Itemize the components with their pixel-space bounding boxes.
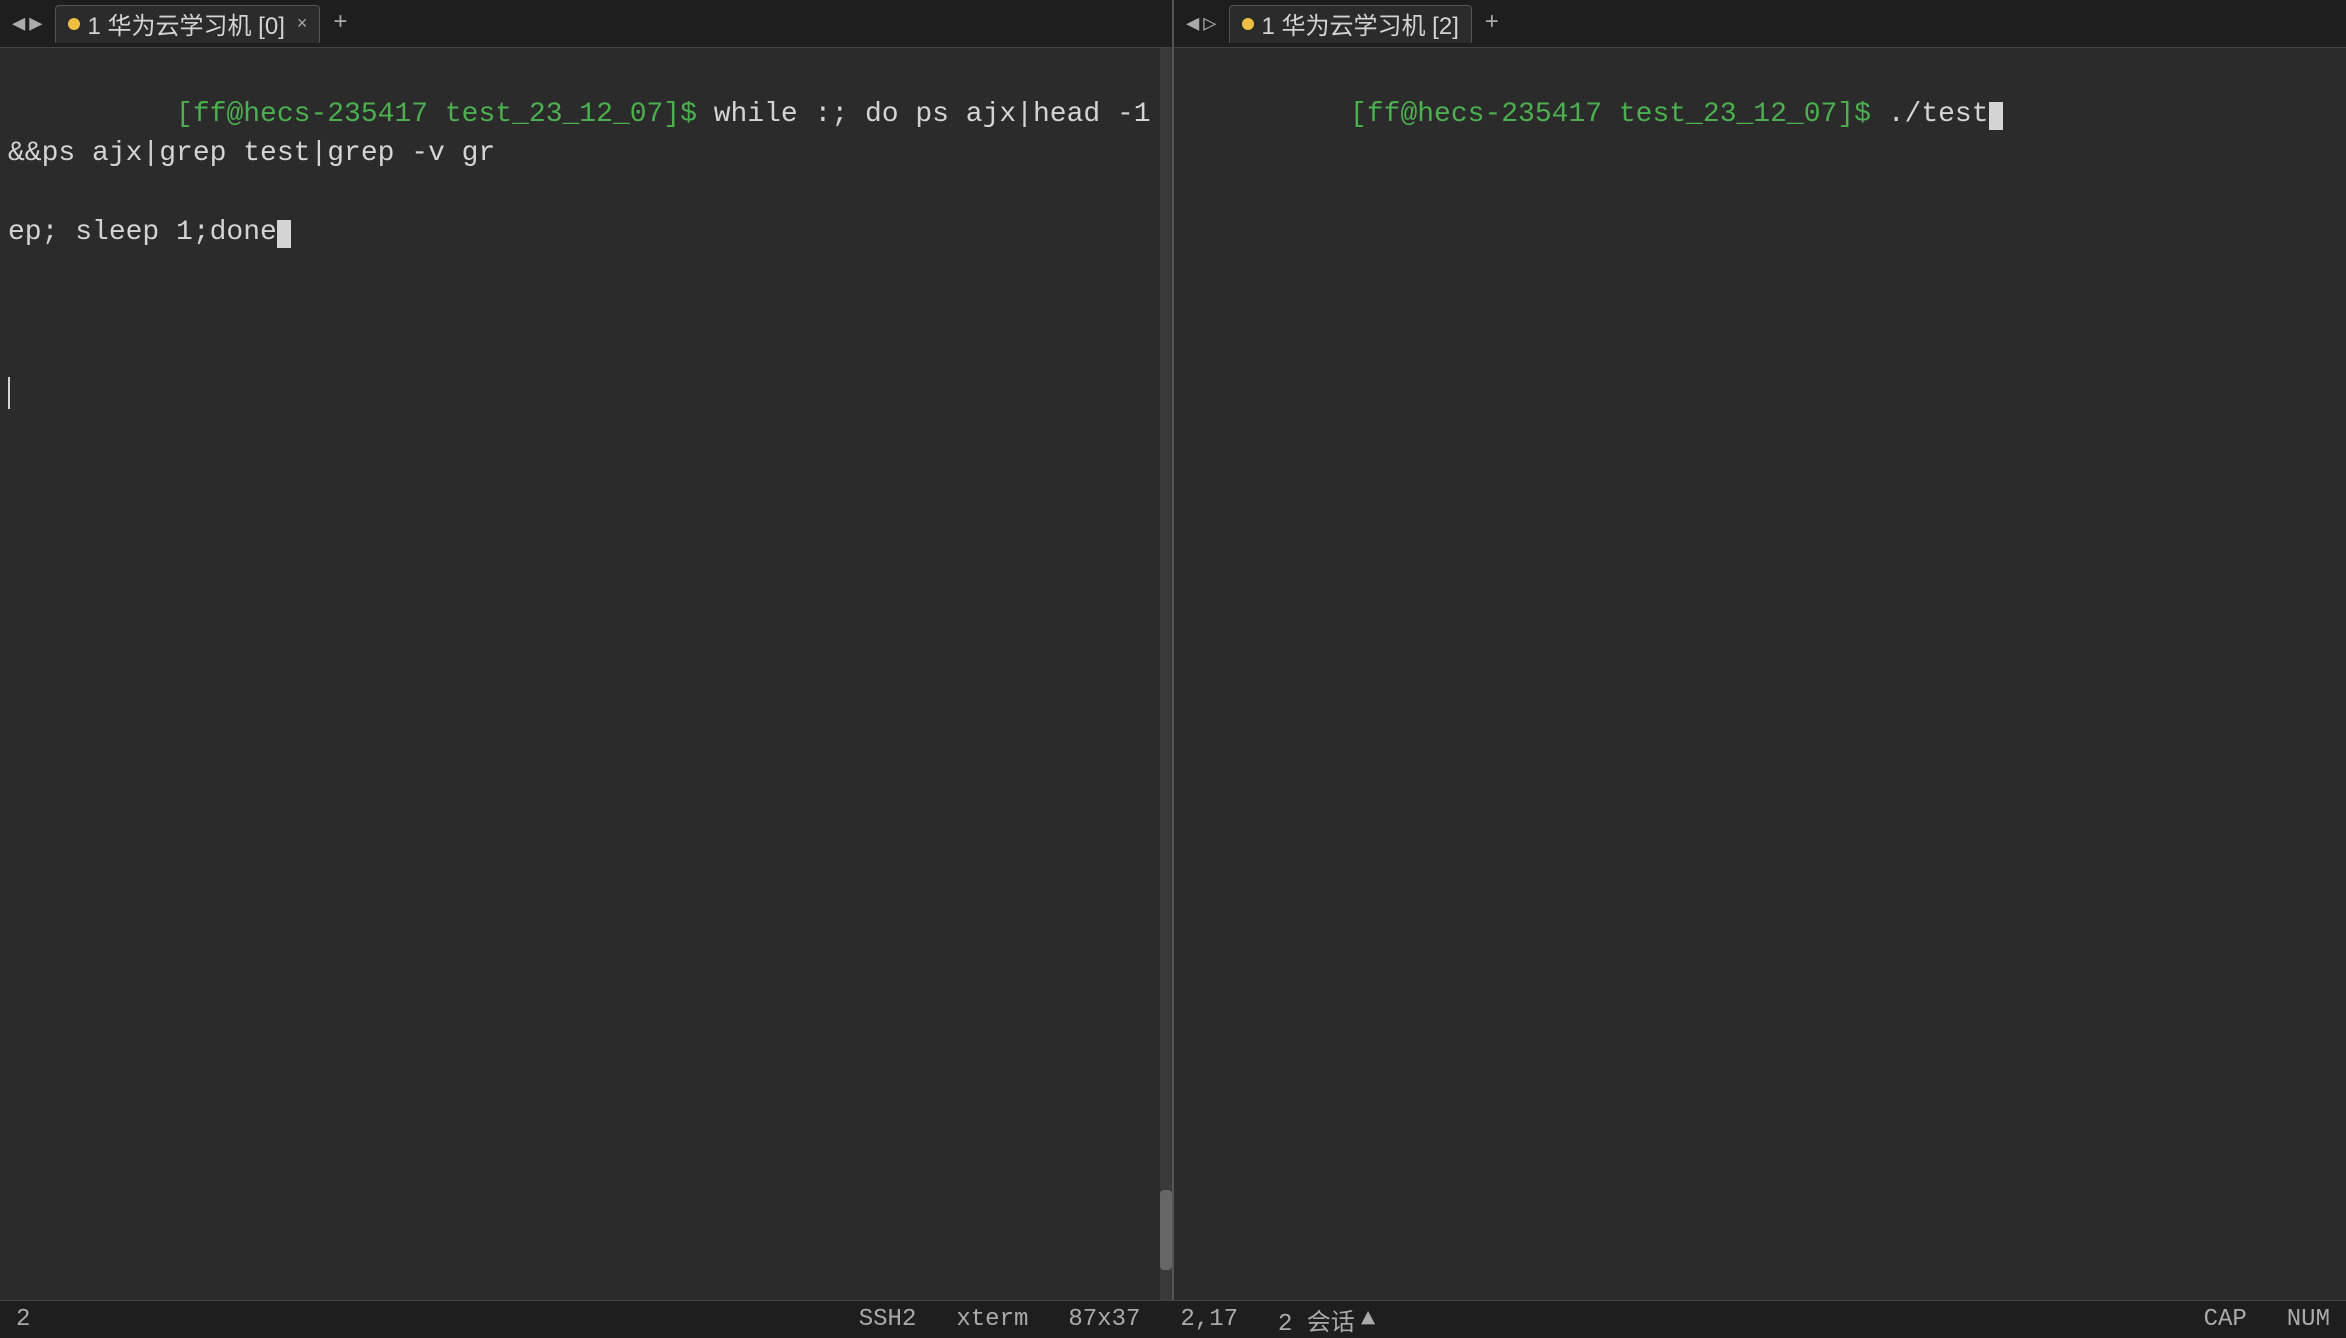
left-tab-1[interactable]: 1 华为云学习机 [0] × bbox=[55, 5, 321, 43]
terminal-panes: [ff@hecs-235417 test_23_12_07]$ while :;… bbox=[0, 48, 2346, 1300]
status-center: SSH2 xterm 87x37 2,17 2 会话 ▲ bbox=[70, 1302, 2163, 1338]
cap-indicator: CAP bbox=[2204, 1306, 2247, 1333]
status-bar: 2 SSH2 xterm 87x37 2,17 2 会话 ▲ CAP NUM bbox=[0, 1300, 2346, 1338]
ssh-label: SSH2 bbox=[859, 1306, 917, 1333]
left-nav-arrows[interactable]: ◀ ▶ bbox=[12, 11, 43, 37]
left-terminal-pane[interactable]: [ff@hecs-235417 test_23_12_07]$ while :;… bbox=[0, 48, 1174, 1300]
num-indicator: NUM bbox=[2287, 1306, 2330, 1333]
sessions-label: 2 会话 bbox=[1278, 1302, 1355, 1338]
left-tab-1-close[interactable]: × bbox=[297, 13, 308, 34]
right-command: ./test bbox=[1871, 99, 1989, 130]
sessions-up-arrow: ▲ bbox=[1361, 1306, 1375, 1333]
sessions-indicator: 2 会话 ▲ bbox=[1278, 1302, 1375, 1338]
right-tab-1-label: 1 华为云学习机 [2] bbox=[1262, 6, 1459, 41]
left-add-tab[interactable]: + bbox=[324, 8, 356, 40]
terminal-dimensions: 87x37 bbox=[1068, 1306, 1140, 1333]
right-tab-bar: ◀ ▷ 1 华为云学习机 [2] + bbox=[1174, 0, 2346, 47]
right-prompt: [ff@hecs-235417 test_23_12_07]$ bbox=[1350, 99, 1871, 130]
right-tab-1[interactable]: 1 华为云学习机 [2] bbox=[1229, 5, 1472, 43]
right-next-arrow[interactable]: ▷ bbox=[1203, 11, 1216, 37]
left-terminal-content[interactable]: [ff@hecs-235417 test_23_12_07]$ while :;… bbox=[0, 48, 1172, 1300]
status-page-num: 2 bbox=[16, 1306, 30, 1333]
left-prompt: [ff@hecs-235417 test_23_12_07]$ bbox=[176, 99, 697, 130]
right-terminal-content[interactable]: [ff@hecs-235417 test_23_12_07]$ ./test bbox=[1174, 48, 2346, 1300]
cursor-position: 2,17 bbox=[1180, 1306, 1238, 1333]
left-prev-arrow[interactable]: ◀ bbox=[12, 11, 25, 37]
right-nav-arrows[interactable]: ◀ ▷ bbox=[1186, 11, 1217, 37]
left-cursor bbox=[277, 220, 291, 248]
left-scrollbar-thumb[interactable] bbox=[1160, 1190, 1172, 1270]
left-tab-bar: ◀ ▶ 1 华为云学习机 [0] × + bbox=[0, 0, 1172, 47]
right-prev-arrow[interactable]: ◀ bbox=[1186, 11, 1199, 37]
terminal-container: ◀ ▶ 1 华为云学习机 [0] × + ◀ ▷ bbox=[0, 0, 2346, 1338]
status-right: CAP NUM bbox=[2204, 1306, 2330, 1333]
left-next-arrow[interactable]: ▶ bbox=[29, 11, 42, 37]
right-add-tab[interactable]: + bbox=[1476, 8, 1508, 40]
left-tab-1-label: 1 华为云学习机 [0] bbox=[88, 6, 285, 41]
page-number: 2 bbox=[16, 1306, 30, 1333]
left-scrollbar[interactable] bbox=[1160, 48, 1172, 1300]
tab-status-dot bbox=[68, 18, 80, 30]
xterm-label: xterm bbox=[956, 1306, 1028, 1333]
right-cursor bbox=[1989, 102, 2003, 130]
right-tab-status-dot bbox=[1242, 18, 1254, 30]
left-command-cont: ep; sleep 1;done bbox=[8, 217, 277, 248]
right-terminal-pane[interactable]: [ff@hecs-235417 test_23_12_07]$ ./test bbox=[1174, 48, 2346, 1300]
left-text-cursor bbox=[8, 377, 10, 409]
